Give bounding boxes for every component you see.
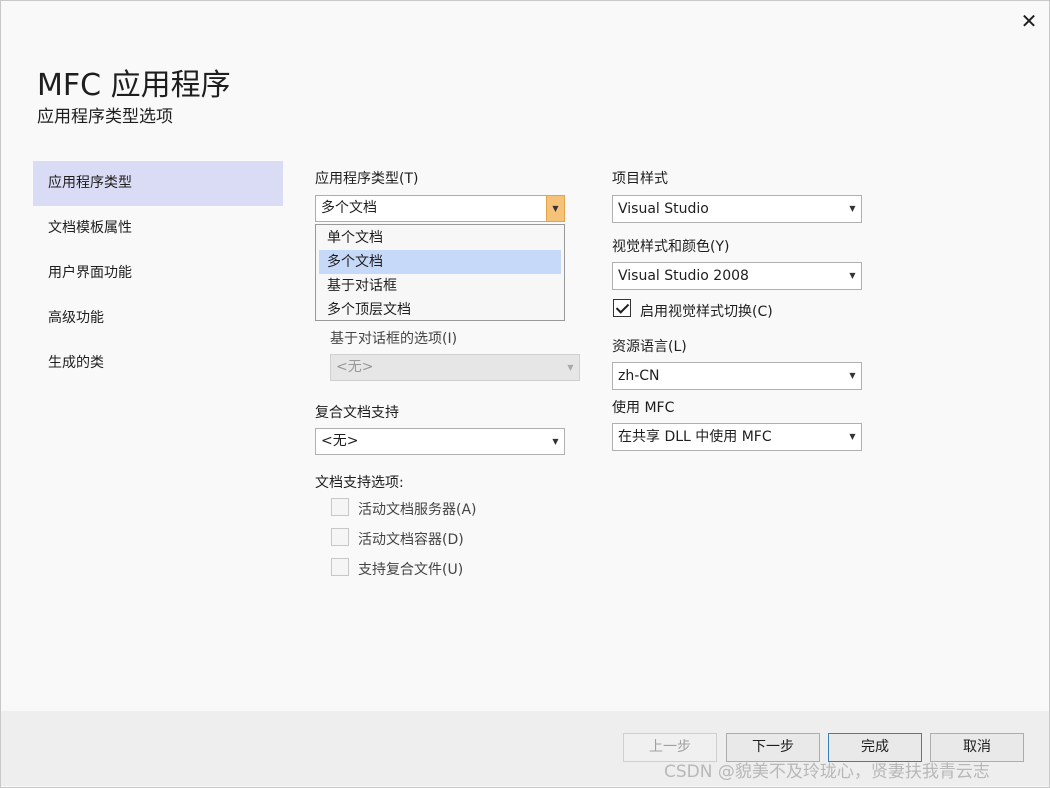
chevron-down-icon: ▼ xyxy=(567,363,574,372)
dialog-options-select: <无> ▼ xyxy=(330,354,580,381)
chevron-down-icon[interactable]: ▼ xyxy=(844,196,861,221)
close-icon[interactable]: ✕ xyxy=(1018,10,1040,32)
dropdown-option-single-doc[interactable]: 单个文档 xyxy=(319,226,561,250)
app-type-value: 多个文档 xyxy=(321,200,377,216)
sidebar-item-advanced[interactable]: 高级功能 xyxy=(33,296,283,341)
sidebar-item-app-type[interactable]: 应用程序类型 xyxy=(33,161,283,206)
dropdown-option-multi-top-level[interactable]: 多个顶层文档 xyxy=(319,298,561,322)
page-subtitle: 应用程序类型选项 xyxy=(37,107,173,127)
visual-style-select[interactable]: Visual Studio 2008 ▼ xyxy=(612,262,862,290)
active-doc-server-label: 活动文档服务器(A) xyxy=(358,502,477,518)
resource-lang-select[interactable]: zh-CN ▼ xyxy=(612,362,862,390)
watermark: CSDN @貌美不及玲珑心，贤妻扶我青云志 xyxy=(664,762,990,782)
active-doc-server-checkbox xyxy=(331,498,349,516)
dialog-options-label: 基于对话框的选项(I) xyxy=(330,331,458,347)
doc-support-label: 文档支持选项: xyxy=(315,475,404,491)
style-switch-label: 启用视觉样式切换(C) xyxy=(640,304,773,320)
sidebar-item-generated-classes[interactable]: 生成的类 xyxy=(33,341,283,386)
app-type-select[interactable]: 多个文档 ▼ xyxy=(315,195,565,222)
sidebar-item-ui-features[interactable]: 用户界面功能 xyxy=(33,251,283,296)
dropdown-option-dialog-based[interactable]: 基于对话框 xyxy=(319,274,561,298)
compound-doc-value: <无> xyxy=(321,433,359,449)
active-doc-container-label: 活动文档容器(D) xyxy=(358,532,464,548)
resource-lang-value: zh-CN xyxy=(618,368,660,384)
dropdown-option-multi-doc[interactable]: 多个文档 xyxy=(319,250,561,274)
project-style-select[interactable]: Visual Studio ▼ xyxy=(612,195,862,223)
use-mfc-label: 使用 MFC xyxy=(612,400,675,416)
project-style-value: Visual Studio xyxy=(618,201,709,217)
dialog-options-value: <无> xyxy=(336,359,374,375)
compound-doc-select[interactable]: <无> ▼ xyxy=(315,428,565,455)
chevron-down-icon[interactable]: ▼ xyxy=(844,424,861,449)
compound-file-checkbox xyxy=(331,558,349,576)
chevron-down-icon[interactable]: ▼ xyxy=(547,429,564,454)
compound-file-label: 支持复合文件(U) xyxy=(358,562,464,578)
visual-style-value: Visual Studio 2008 xyxy=(618,268,749,284)
app-type-label: 应用程序类型(T) xyxy=(315,171,419,187)
page-title: MFC 应用程序 xyxy=(37,68,231,103)
style-switch-checkbox[interactable] xyxy=(613,299,631,317)
sidebar-item-doc-template[interactable]: 文档模板属性 xyxy=(33,206,283,251)
chevron-down-icon[interactable]: ▼ xyxy=(844,263,861,288)
sidebar-nav: 应用程序类型 文档模板属性 用户界面功能 高级功能 生成的类 xyxy=(33,161,283,386)
compound-doc-label: 复合文档支持 xyxy=(315,405,399,421)
visual-style-label: 视觉样式和颜色(Y) xyxy=(612,239,730,255)
use-mfc-select[interactable]: 在共享 DLL 中使用 MFC ▼ xyxy=(612,423,862,451)
chevron-down-icon[interactable]: ▼ xyxy=(844,363,861,388)
project-style-label: 项目样式 xyxy=(612,171,668,187)
use-mfc-value: 在共享 DLL 中使用 MFC xyxy=(618,429,772,445)
resource-lang-label: 资源语言(L) xyxy=(612,339,687,355)
chevron-down-icon[interactable]: ▼ xyxy=(546,196,564,221)
active-doc-container-checkbox xyxy=(331,528,349,546)
app-type-dropdown-list: 单个文档 多个文档 基于对话框 多个顶层文档 xyxy=(315,224,565,321)
